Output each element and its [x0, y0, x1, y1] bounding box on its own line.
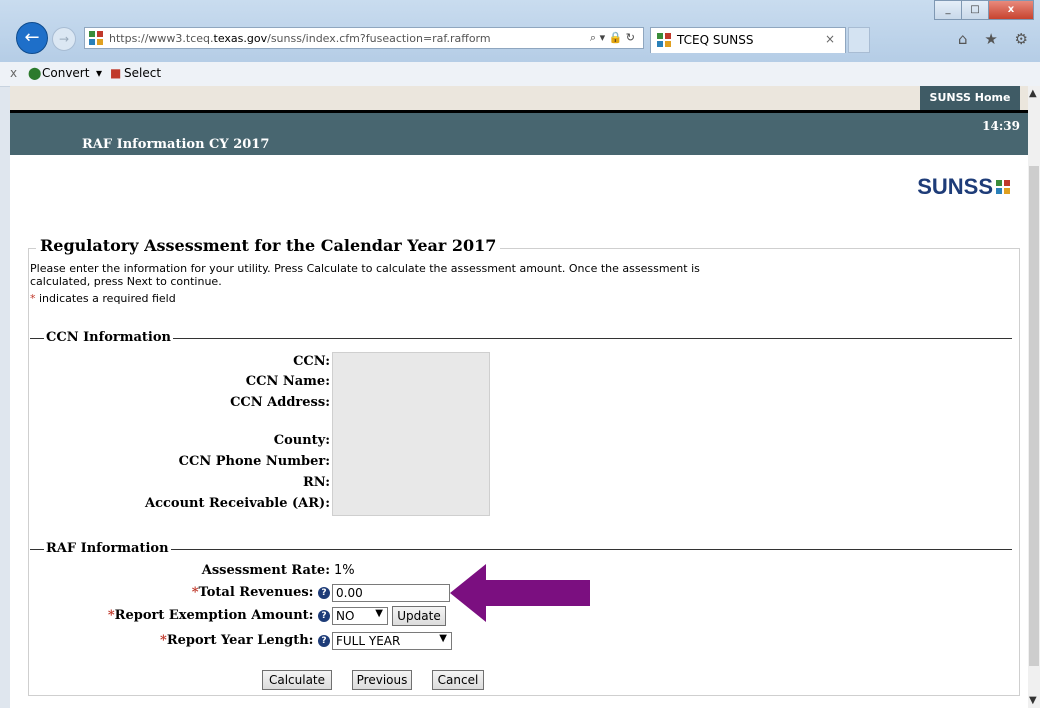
forward-button[interactable]: → — [52, 27, 76, 51]
site-favicon-icon — [89, 31, 103, 45]
ccn-section-line — [30, 338, 1012, 339]
tab-close-icon[interactable]: × — [825, 32, 835, 46]
previous-button[interactable]: Previous — [352, 670, 412, 690]
assessment-rate-value: 1% — [334, 563, 355, 578]
close-window-button[interactable]: x — [988, 0, 1034, 20]
address-bar[interactable]: https://www3.tceq.texas.gov/sunss/index.… — [84, 27, 644, 49]
assessment-rate-label: Assessment Rate: — [201, 563, 330, 578]
maximize-button[interactable]: □ — [961, 0, 989, 20]
browser-titlebar: _ □ x ← → https://www3.tceq.texas.gov/su… — [0, 0, 1040, 62]
convert-icon: ⬤ — [28, 66, 42, 80]
select-button[interactable]: Select — [124, 66, 161, 80]
ccn-address-label: CCN Address: — [230, 395, 330, 410]
ccn-phone-label: CCN Phone Number: — [178, 454, 330, 469]
update-button[interactable]: Update — [392, 606, 446, 626]
county-label: County: — [273, 433, 330, 448]
annotation-arrow-icon — [450, 564, 590, 622]
home-star-gear-icon[interactable]: ⌂ ★ ⚙ — [958, 30, 1034, 48]
raf-section-line — [30, 549, 1012, 550]
ccn-section-title: CCN Information — [44, 330, 173, 345]
address-url: https://www3.tceq.texas.gov/sunss/index.… — [109, 32, 491, 45]
form-instructions: Please enter the information for your ut… — [30, 262, 700, 288]
sunss-logo: SUNSS — [917, 174, 1010, 200]
year-length-help-icon[interactable]: ? — [318, 635, 330, 647]
tab-favicon-icon — [657, 33, 671, 47]
command-bar: x ⬤ Convert ▾ ■ Select — [0, 62, 1040, 87]
select-icon: ■ — [110, 66, 122, 80]
vertical-scrollbar[interactable]: ▲ ▼ — [1028, 86, 1040, 708]
page-viewport: SUNSS Home 14:39 RAF Information CY 2017… — [10, 86, 1028, 708]
session-time: 14:39 — [982, 119, 1020, 133]
chevron-down-icon: ▼ — [439, 633, 447, 644]
tab-title: TCEQ SUNSS — [677, 33, 754, 47]
total-revenues-help-icon[interactable]: ? — [318, 587, 330, 599]
ar-label: Account Receivable (AR): — [144, 496, 330, 511]
rn-label: RN: — [302, 475, 330, 490]
year-length-label: *Report Year Length: ? — [160, 633, 330, 648]
minimize-button[interactable]: _ — [934, 0, 962, 20]
page-title: RAF Information CY 2017 — [82, 137, 270, 152]
back-button[interactable]: ← — [16, 22, 48, 54]
cancel-button[interactable]: Cancel — [432, 670, 484, 690]
top-strip: SUNSS Home — [10, 86, 1028, 110]
ccn-name-label: CCN Name: — [245, 374, 330, 389]
scrollbar-thumb[interactable] — [1029, 166, 1039, 666]
page-header-bar: 14:39 RAF Information CY 2017 — [10, 113, 1028, 155]
ccn-label: CCN: — [293, 354, 330, 369]
total-revenues-input[interactable]: 0.00 — [332, 584, 450, 602]
raf-section-title: RAF Information — [44, 541, 171, 556]
required-note: * indicates a required field — [30, 292, 176, 305]
scroll-up-icon[interactable]: ▲ — [1029, 88, 1037, 99]
year-length-select[interactable]: FULL YEAR ▼ — [332, 632, 452, 650]
convert-dropdown-icon[interactable]: ▾ — [96, 66, 102, 80]
convert-button[interactable]: Convert — [42, 66, 89, 80]
new-tab-button[interactable] — [848, 27, 870, 53]
chevron-down-icon: ▼ — [375, 608, 383, 619]
exemption-help-icon[interactable]: ? — [318, 610, 330, 622]
exemption-select[interactable]: NO ▼ — [332, 607, 388, 625]
total-revenues-label: *Total Revenues: ? — [192, 585, 330, 600]
ccn-info-box — [332, 352, 490, 516]
close-toolbar-icon[interactable]: x — [10, 66, 17, 80]
form-legend: Regulatory Assessment for the Calendar Y… — [36, 236, 501, 255]
sunss-home-link[interactable]: SUNSS Home — [920, 86, 1020, 110]
scroll-down-icon[interactable]: ▼ — [1029, 695, 1037, 706]
calculate-button[interactable]: Calculate — [262, 670, 332, 690]
form-fieldset — [28, 248, 1020, 696]
address-actions-icon[interactable]: ⌕ ▾ 🔒 ↻ — [590, 31, 635, 45]
exemption-label: *Report Exemption Amount: ? — [108, 608, 330, 623]
window-controls: _ □ x — [934, 0, 1034, 20]
tab-tceq-sunss[interactable]: TCEQ SUNSS × — [650, 27, 846, 53]
sunss-logo-icon — [996, 180, 1010, 194]
